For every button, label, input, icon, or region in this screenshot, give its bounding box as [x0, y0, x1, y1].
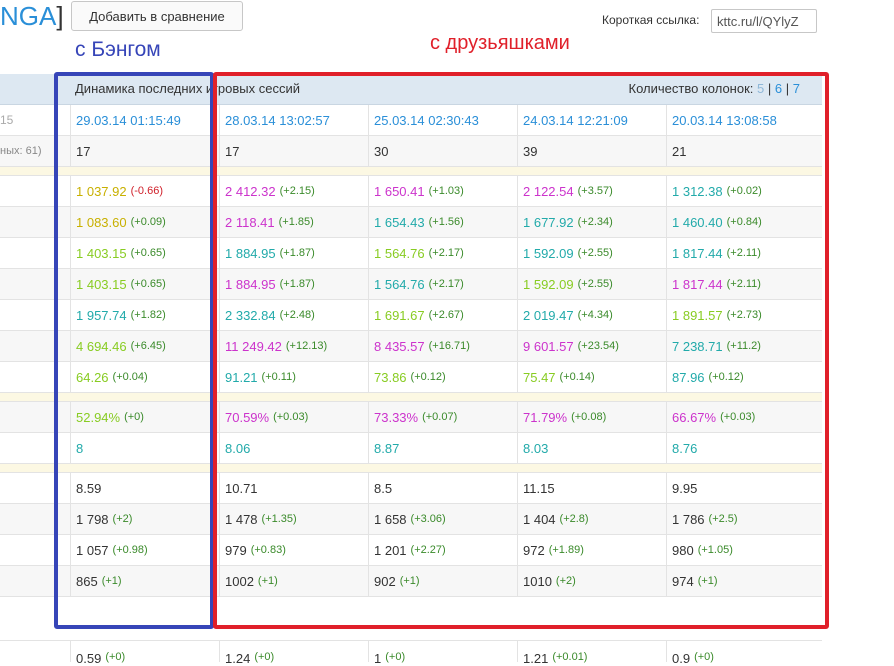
stat-cell: 1.24 (+0) — [219, 641, 368, 666]
site-logo[interactable]: NGA] — [0, 0, 64, 32]
stat-value: 1.24 — [225, 651, 251, 666]
add-to-compare-button[interactable]: Добавить в сравнение — [71, 1, 243, 31]
row-label-cell — [0, 641, 70, 662]
stat-delta: (+0) — [105, 651, 126, 663]
stat-delta: (+0) — [694, 651, 714, 663]
brand-bracket: ] — [56, 1, 64, 31]
table-row-bottom: 0.59 (+0) 1.24 (+0) 1 (+0) 1.21 (+0.01) 0.9 (+0) — [0, 640, 822, 666]
stat-cell: 1 (+0) — [368, 641, 517, 666]
brand-text: NGA — [0, 1, 57, 31]
stat-value: 1 — [374, 651, 382, 666]
stat-delta: (+0) — [385, 651, 406, 663]
annotation-left-label: с Бэнгом — [75, 38, 161, 61]
stat-value: 0.9 — [672, 651, 691, 666]
stat-cell: 0.9 (+0) — [666, 641, 822, 666]
stat-delta: (+0.01) — [552, 651, 588, 663]
short-link-label: Короткая ссылка: — [602, 13, 700, 27]
short-link-input[interactable] — [711, 9, 817, 33]
annotation-box-right — [213, 72, 829, 629]
stat-cell: 1.21 (+0.01) — [517, 641, 666, 666]
stat-value: 1.21 — [523, 651, 549, 666]
stat-value: 0.59 — [76, 651, 102, 666]
stat-cell: 0.59 (+0) — [70, 641, 219, 666]
annotation-box-left — [54, 72, 214, 629]
stat-delta: (+0) — [254, 651, 275, 663]
annotation-right-label: с друзьяшками — [430, 32, 570, 54]
